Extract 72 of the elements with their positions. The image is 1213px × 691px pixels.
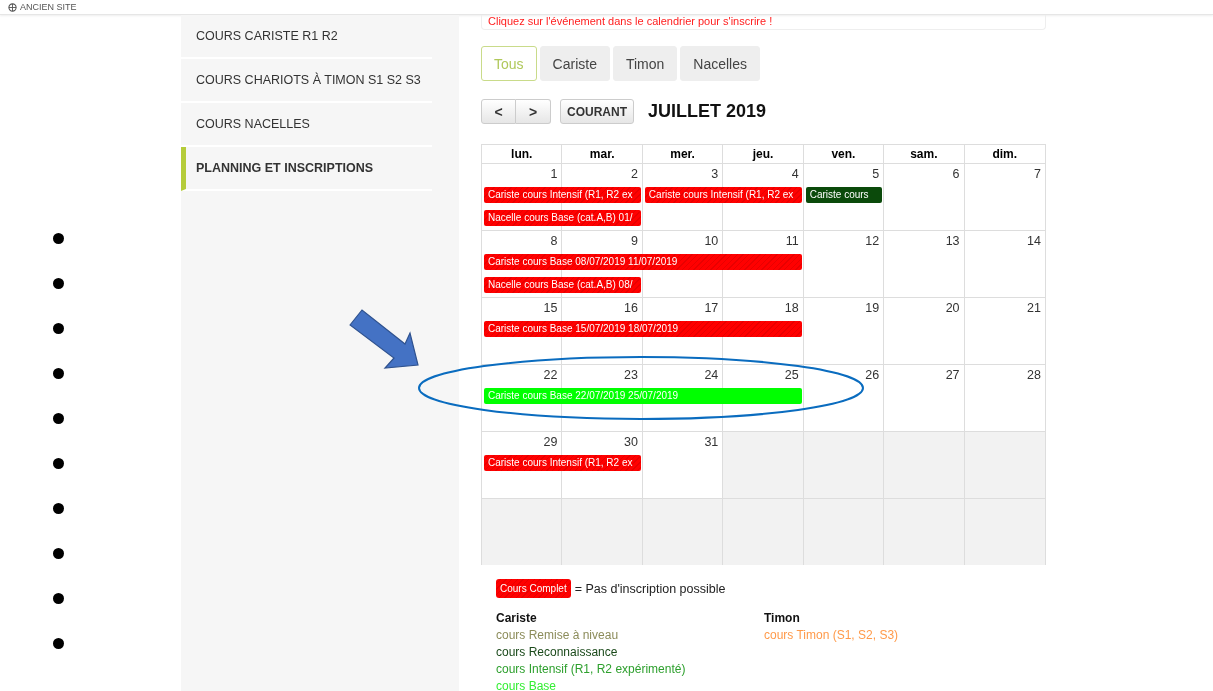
weekday-header: lun.	[482, 145, 563, 163]
day-number: 27	[945, 368, 961, 382]
day-number: 3	[711, 167, 720, 181]
legend-item: cours Remise à niveau	[496, 627, 620, 644]
day-number: 25	[784, 368, 800, 382]
weekday-header: jeu.	[723, 145, 804, 163]
month-title: JUILLET 2019	[648, 101, 767, 122]
day-number: 7	[1034, 167, 1042, 181]
day-number: 18	[784, 301, 800, 315]
day-number: 5	[872, 167, 881, 181]
day-number: 4	[791, 167, 800, 181]
day-number: 29	[543, 435, 559, 449]
day-number: 6	[952, 167, 961, 181]
legend-item: cours Base	[496, 678, 558, 691]
weekday-header: sam.	[884, 145, 965, 163]
day-number: 15	[543, 301, 559, 315]
day-number: 13	[945, 234, 961, 248]
day-number: 14	[1027, 234, 1042, 248]
bullet-dot	[53, 323, 64, 334]
day-number: 20	[945, 301, 961, 315]
bullet-dot	[53, 638, 64, 649]
legend-title: Cariste	[496, 610, 538, 627]
previous-button[interactable]: <	[481, 99, 516, 124]
day-number: 24	[704, 368, 720, 382]
day-number: 17	[704, 301, 720, 315]
day-number: 2	[630, 167, 639, 181]
old-site-link[interactable]: ANCIEN SITE	[20, 2, 77, 12]
day-number: 12	[865, 234, 881, 248]
globe-icon	[8, 2, 17, 12]
day-number: 28	[1027, 368, 1042, 382]
day-number: 21	[1027, 301, 1042, 315]
today-button[interactable]: COURANT	[560, 99, 634, 124]
day-number: 19	[865, 301, 881, 315]
bullet-dot	[53, 503, 64, 514]
day-number: 16	[623, 301, 639, 315]
bullet-dot	[53, 278, 64, 289]
bullet-dot	[53, 368, 64, 379]
bullet-dot	[53, 548, 64, 559]
bullet-dot	[53, 233, 64, 244]
notice-box: Cliquez sur l'événement dans le calendrier pour s'inscrire !	[481, 15, 1046, 30]
day-number: 9	[630, 234, 639, 248]
legend-item: cours Reconnaissance	[496, 644, 619, 661]
full-course-badge: Cours Complet	[496, 579, 571, 598]
day-number: 11	[785, 234, 800, 248]
filter-tab[interactable]: Nacelles	[680, 46, 761, 81]
weekday-header: dim.	[991, 146, 1019, 163]
legend-item: cours Intensif (R1, R2 expérimenté)	[496, 661, 687, 678]
day-number: 22	[543, 368, 559, 382]
sidebar-item[interactable]: COURS NACELLES	[181, 103, 432, 147]
day-number: 23	[623, 368, 639, 382]
bullet-dot	[53, 593, 64, 604]
sidebar-item[interactable]: COURS CHARIOTS À TIMON S1 S2 S3	[181, 59, 432, 103]
bullet-dot	[53, 413, 64, 424]
arrow-annotation	[349, 309, 419, 369]
weekday-header: mar.	[562, 145, 643, 163]
filter-tab[interactable]: Cariste	[539, 46, 610, 81]
day-number: 30	[623, 435, 639, 449]
legend-title: Timon	[764, 610, 801, 627]
filter-tab[interactable]: Timon	[612, 46, 678, 81]
day-number: 26	[865, 368, 881, 382]
legend-item: cours Timon (S1, S2, S3)	[764, 627, 900, 644]
next-button[interactable]: >	[516, 99, 551, 124]
day-number: 1	[550, 167, 559, 181]
day-number: 10	[704, 234, 720, 248]
weekday-header: ven.	[803, 145, 885, 163]
day-number: 31	[704, 435, 720, 449]
legend-note: = Pas d'inscription possible	[574, 581, 726, 596]
sidebar-item[interactable]: PLANNING ET INSCRIPTIONS	[181, 147, 432, 191]
day-number: 8	[550, 234, 559, 248]
sidebar-item[interactable]: COURS CARISTE R1 R2	[181, 15, 432, 59]
bullet-dot	[53, 458, 64, 469]
weekday-header: mer.	[642, 145, 724, 163]
